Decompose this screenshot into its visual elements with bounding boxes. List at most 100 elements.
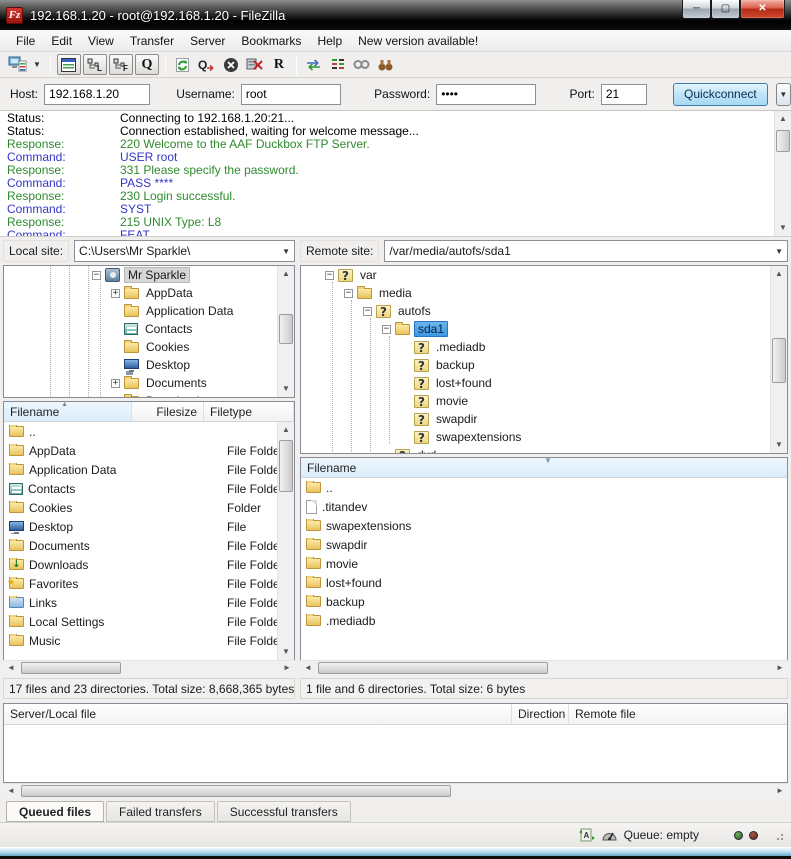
menu-help[interactable]: Help <box>309 32 350 50</box>
file-row[interactable]: DesktopFile <box>4 517 294 536</box>
site-manager-dropdown[interactable]: ▼ <box>30 60 44 69</box>
scroll-thumb[interactable] <box>21 785 451 797</box>
tree-item-sda1[interactable]: − sda1 <box>301 320 787 338</box>
find-files-button[interactable] <box>375 55 397 75</box>
file-row[interactable]: backup <box>301 592 787 611</box>
file-row[interactable]: Local SettingsFile Folder <box>4 612 294 631</box>
host-input[interactable] <box>44 84 150 105</box>
menu-new-version[interactable]: New version available! <box>350 32 486 50</box>
file-row[interactable]: DocumentsFile Folder <box>4 536 294 555</box>
scroll-thumb[interactable] <box>318 662 548 674</box>
cancel-button[interactable] <box>220 55 242 75</box>
scroll-up-arrow[interactable]: ▲ <box>278 422 294 438</box>
log-scrollbar[interactable]: ▲ ▼ <box>774 111 791 236</box>
file-row[interactable]: DownloadsFile Folder <box>4 555 294 574</box>
disconnect-button[interactable] <box>244 55 266 75</box>
scroll-right-arrow[interactable]: ► <box>772 784 788 798</box>
port-input[interactable] <box>601 84 647 105</box>
scroll-left-arrow[interactable]: ◄ <box>3 784 19 798</box>
tab-successful-transfers[interactable]: Successful transfers <box>217 801 351 822</box>
scroll-down-arrow[interactable]: ▼ <box>775 220 791 236</box>
process-queue-button[interactable]: Q <box>196 55 218 75</box>
file-row[interactable]: movie <box>301 554 787 573</box>
tree-item-dvd[interactable]: dvd <box>301 446 787 454</box>
collapse-expander-icon[interactable]: − <box>325 271 334 280</box>
chevron-down-icon[interactable]: ▼ <box>278 247 290 256</box>
expand-expander-icon[interactable]: + <box>111 289 120 298</box>
tree-item-desktop[interactable]: Desktop <box>4 356 294 374</box>
scroll-thumb[interactable] <box>279 314 293 344</box>
column-header-direction[interactable]: Direction <box>512 704 569 724</box>
toggle-log-view-button[interactable] <box>57 54 81 75</box>
column-header-filename[interactable]: ▼Filename <box>301 458 787 477</box>
scroll-right-arrow[interactable]: ► <box>279 661 295 675</box>
file-row[interactable]: LinksFile Folder <box>4 593 294 612</box>
toggle-remote-tree-button[interactable]: F <box>109 54 133 75</box>
local-list-hscrollbar[interactable]: ◄ ► <box>3 660 295 675</box>
column-header-filesize[interactable]: Filesize <box>132 402 204 421</box>
file-row[interactable]: CookiesFolder <box>4 498 294 517</box>
tree-item-media[interactable]: − media <box>301 284 787 302</box>
local-list-scrollbar[interactable]: ▲ ▼ <box>277 422 294 660</box>
file-row[interactable]: .titandev <box>301 497 787 516</box>
quickconnect-dropdown[interactable]: ▼ <box>776 83 791 106</box>
collapse-expander-icon[interactable]: − <box>344 289 353 298</box>
scroll-left-arrow[interactable]: ◄ <box>3 661 19 675</box>
scroll-down-arrow[interactable]: ▼ <box>278 644 294 660</box>
compare-directories-button[interactable] <box>303 55 325 75</box>
file-row[interactable]: .. <box>4 422 294 441</box>
tree-item-mr-sparkle[interactable]: − Mr Sparkle <box>4 266 294 284</box>
scroll-up-arrow[interactable]: ▲ <box>775 111 791 127</box>
tree-item-autofs[interactable]: − autofs <box>301 302 787 320</box>
close-button[interactable]: ✕ <box>740 0 785 19</box>
menu-edit[interactable]: Edit <box>43 32 80 50</box>
chevron-down-icon[interactable]: ▼ <box>771 247 783 256</box>
reconnect-button[interactable]: R <box>268 55 290 75</box>
sync-browsing-button[interactable] <box>351 55 373 75</box>
file-row[interactable]: lost+found <box>301 573 787 592</box>
collapse-expander-icon[interactable]: − <box>92 271 101 280</box>
username-input[interactable] <box>241 84 341 105</box>
remote-list-hscrollbar[interactable]: ◄ ► <box>300 660 788 675</box>
filelist-filters-button[interactable] <box>327 55 349 75</box>
tree-item-swapextensions[interactable]: swapextensions <box>301 428 787 446</box>
resize-grip[interactable] <box>773 830 783 840</box>
file-row[interactable]: FavoritesFile Folder <box>4 574 294 593</box>
scroll-down-arrow[interactable]: ▼ <box>278 381 294 397</box>
menu-view[interactable]: View <box>80 32 122 50</box>
queue-hscrollbar[interactable]: ◄ ► <box>3 783 788 798</box>
tree-item-movie[interactable]: movie <box>301 392 787 410</box>
expand-expander-icon[interactable]: + <box>111 397 120 399</box>
tree-item-appdata[interactable]: + AppData <box>4 284 294 302</box>
column-header-filetype[interactable]: Filetype <box>204 402 294 421</box>
expand-expander-icon[interactable]: + <box>111 379 120 388</box>
toggle-queue-view-button[interactable]: Q <box>135 54 159 75</box>
column-header-server-local-file[interactable]: Server/Local file <box>4 704 512 724</box>
maximize-button[interactable]: ▢ <box>711 0 740 19</box>
file-row[interactable]: AppDataFile Folder <box>4 441 294 460</box>
menu-bookmarks[interactable]: Bookmarks <box>233 32 309 50</box>
tree-item-swapdir[interactable]: swapdir <box>301 410 787 428</box>
scroll-thumb[interactable] <box>21 662 121 674</box>
tab-queued-files[interactable]: Queued files <box>6 801 104 822</box>
scroll-left-arrow[interactable]: ◄ <box>300 661 316 675</box>
tree-item-mediadb[interactable]: .mediadb <box>301 338 787 356</box>
tree-item-cookies[interactable]: Cookies <box>4 338 294 356</box>
file-row[interactable]: ContactsFile Folder <box>4 479 294 498</box>
file-row[interactable]: .. <box>301 478 787 497</box>
local-site-combo[interactable]: C:\Users\Mr Sparkle\ ▼ <box>74 240 295 262</box>
scroll-down-arrow[interactable]: ▼ <box>771 437 787 453</box>
password-input[interactable] <box>436 84 536 105</box>
tree-item-lost-found[interactable]: lost+found <box>301 374 787 392</box>
scroll-right-arrow[interactable]: ► <box>772 661 788 675</box>
local-tree-scrollbar[interactable]: ▲ ▼ <box>277 266 294 397</box>
menu-server[interactable]: Server <box>182 32 233 50</box>
tree-item-var[interactable]: − var <box>301 266 787 284</box>
scroll-up-arrow[interactable]: ▲ <box>278 266 294 282</box>
quickconnect-button[interactable]: Quickconnect <box>673 83 768 106</box>
collapse-expander-icon[interactable]: − <box>363 307 372 316</box>
scroll-thumb[interactable] <box>776 130 790 152</box>
menu-file[interactable]: File <box>8 32 43 50</box>
tab-failed-transfers[interactable]: Failed transfers <box>106 801 215 822</box>
remote-tree-scrollbar[interactable]: ▲ ▼ <box>770 266 787 453</box>
